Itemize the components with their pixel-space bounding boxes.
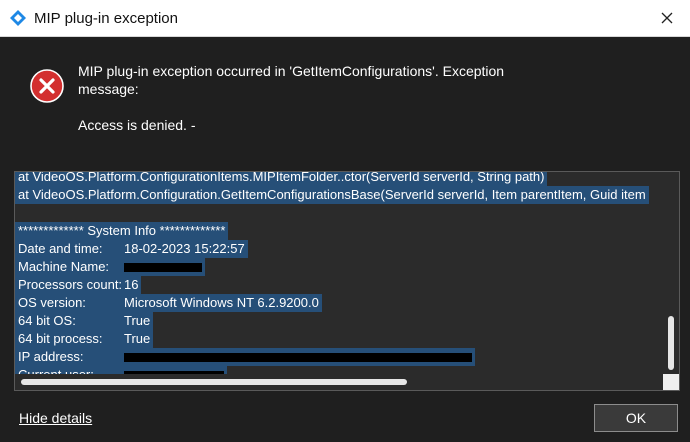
system-info-row-highlight: 64 bit process: True [15, 330, 154, 348]
system-info-key: 64 bit OS: [18, 313, 76, 328]
window-title: MIP plug-in exception [34, 10, 178, 27]
system-info-key: OS version: [18, 295, 86, 310]
horizontal-scrollbar[interactable] [15, 374, 663, 390]
redacted-value [124, 353, 472, 363]
system-info-key: Date and time: [18, 241, 103, 256]
system-info-value: True [124, 313, 151, 328]
system-info-row-highlight: Processors count: 16 [15, 276, 142, 294]
dialog-body: MIP plug-in exception occurred in 'GetIt… [0, 37, 690, 442]
system-info-row-highlight: OS version: Microsoft Windows NT 6.2.9200… [15, 294, 322, 312]
hide-details-link[interactable]: Hide details [19, 410, 92, 426]
system-info-key: Processors count: [18, 277, 123, 292]
vertical-scroll-thumb[interactable] [668, 316, 674, 370]
system-info-title: ************* System Info ************* [15, 222, 663, 240]
system-info-row: Processors count: 16 [15, 276, 663, 294]
system-info-row: IP address: [15, 348, 663, 366]
ok-button[interactable]: OK [594, 404, 678, 432]
system-info-value: Microsoft Windows NT 6.2.9200.0 [124, 295, 319, 310]
system-info-row-highlight: Date and time: 18-02-2023 15:22:57 [15, 240, 248, 258]
system-info-row-highlight: 64 bit OS: True [15, 312, 154, 330]
redacted-value [124, 263, 202, 273]
details-content: at VideoOS.Platform.ConfigurationItems.M… [15, 172, 663, 384]
title-bar: MIP plug-in exception [0, 0, 690, 37]
system-info-title-text: ************* System Info ************* [15, 222, 229, 240]
system-info-row-highlight: Machine Name: [15, 258, 205, 276]
system-info-row: Machine Name: [15, 258, 663, 276]
stack-trace-text: at VideoOS.Platform.ConfigurationItems.M… [15, 172, 548, 186]
system-info-value: 18-02-2023 15:22:57 [124, 241, 245, 256]
close-button[interactable] [644, 0, 690, 36]
diamond-app-icon [10, 10, 26, 26]
system-info-key: 64 bit process: [18, 331, 103, 346]
system-info-key: Machine Name: [18, 259, 110, 274]
system-info-key: IP address: [18, 349, 84, 364]
scrollbar-corner [663, 374, 679, 390]
stack-trace-line: at VideoOS.Platform.ConfigurationItems.M… [15, 172, 663, 186]
error-message: MIP plug-in exception occurred in 'GetIt… [78, 63, 505, 97]
stack-trace-text: at VideoOS.Platform.Configuration.GetIte… [15, 186, 649, 204]
vertical-scrollbar[interactable] [663, 172, 679, 374]
error-detail: Access is denied. - [78, 117, 196, 133]
horizontal-scroll-thumb[interactable] [21, 379, 407, 385]
system-info-value: 16 [124, 277, 139, 292]
system-info-row: Date and time: 18-02-2023 15:22:57 [15, 240, 663, 258]
system-info-row: OS version: Microsoft Windows NT 6.2.9200… [15, 294, 663, 312]
system-info-row-highlight: IP address: [15, 348, 475, 366]
close-icon [661, 12, 673, 24]
details-textbox[interactable]: at VideoOS.Platform.ConfigurationItems.M… [14, 171, 680, 391]
system-info-row: 64 bit OS: True [15, 312, 663, 330]
error-icon [30, 69, 64, 103]
stack-trace-line: at VideoOS.Platform.Configuration.GetIte… [15, 186, 663, 204]
system-info-value: True [124, 331, 151, 346]
system-info-row: 64 bit process: True [15, 330, 663, 348]
